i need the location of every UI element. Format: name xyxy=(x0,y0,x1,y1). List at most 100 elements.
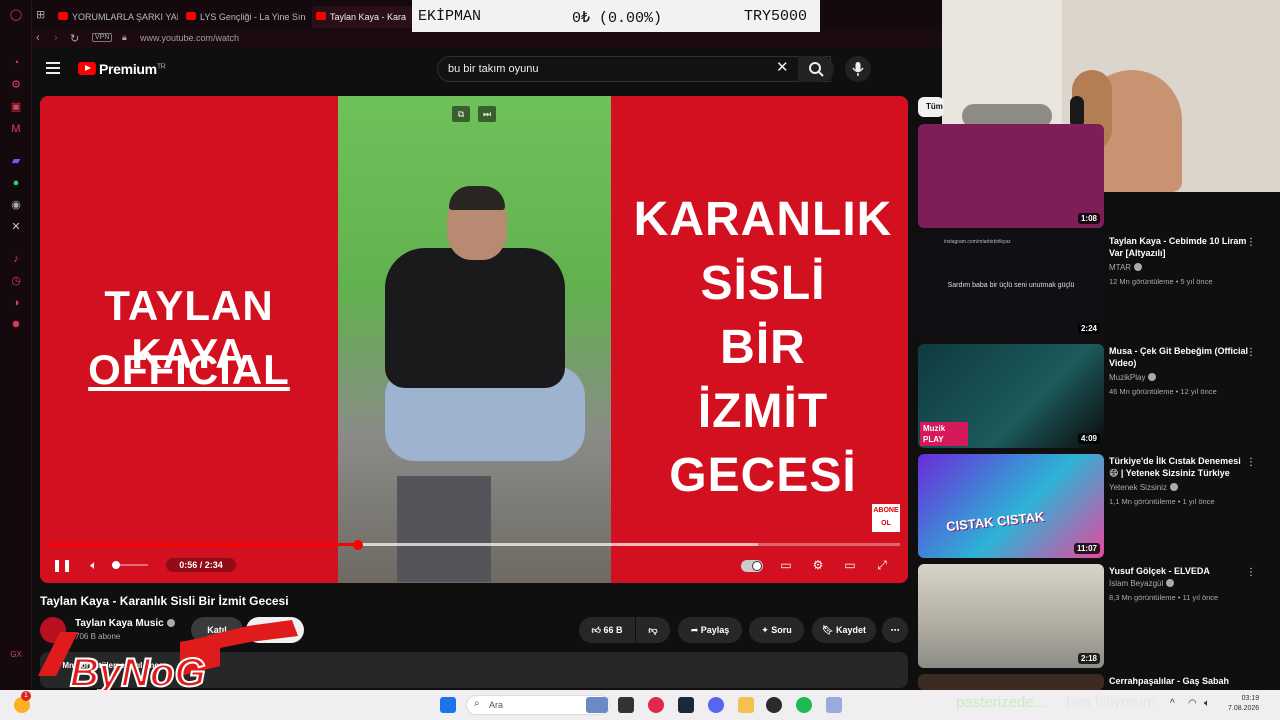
settings-gear-icon[interactable]: ⚙ xyxy=(808,556,828,574)
gx-corner-icon[interactable]: GX xyxy=(9,648,23,662)
rec-title[interactable]: Cerrahpaşalılar - Gaş Sabah xyxy=(1109,675,1249,687)
whatsapp-icon[interactable]: ● xyxy=(9,176,23,190)
workspaces-icon[interactable]: ⊞ xyxy=(36,8,45,21)
rec-more-icon[interactable]: ⋮ xyxy=(1246,237,1256,248)
steam-icon[interactable] xyxy=(678,697,694,713)
duration-badge: 4:09 xyxy=(1077,433,1100,444)
tab-lys-gencligi[interactable]: LYS Gençliği - La Yine Sına xyxy=(182,6,306,28)
spotify-icon[interactable] xyxy=(796,697,812,713)
back-icon[interactable]: ‹ xyxy=(36,32,40,44)
downloads-icon[interactable]: ◑ xyxy=(9,296,23,310)
like-count: 66 B xyxy=(603,625,623,635)
theater-mode-icon[interactable]: ▭ xyxy=(840,556,860,574)
video-player[interactable]: TAYLAN KAYA OFFICIAL KARANLIK SİSLİ BİR … xyxy=(40,96,908,583)
rec-more-icon[interactable]: ⋮ xyxy=(1246,347,1256,358)
windows-start-icon[interactable] xyxy=(440,697,456,713)
sparkle-icon: ✦ xyxy=(761,625,772,635)
rec-channel[interactable]: Yetenek Sizsiniz xyxy=(1109,483,1178,492)
skip-icon[interactable]: ⏭ xyxy=(478,106,496,122)
rec-channel-label: MTAR xyxy=(1109,263,1132,272)
dislike-button[interactable]: 👎︎ xyxy=(636,617,670,643)
autoplay-toggle[interactable] xyxy=(740,556,764,574)
task-view-icon[interactable] xyxy=(618,697,634,713)
voice-search-button[interactable] xyxy=(845,56,871,82)
sidebar-m-icon[interactable]: M xyxy=(9,122,23,136)
rec-title[interactable]: Yusuf Gölçek - ELVEDA xyxy=(1109,565,1249,577)
rec-channel-label: MuzikPlay xyxy=(1109,373,1146,382)
taskbar-clock[interactable]: 03:19 7.08.2026 xyxy=(1228,694,1259,714)
file-explorer-icon[interactable] xyxy=(738,697,754,713)
opera-logo-icon[interactable]: ◯ xyxy=(9,8,23,22)
youtube-favicon-icon xyxy=(316,12,326,20)
rec-channel[interactable]: MuzikPlay xyxy=(1109,373,1157,382)
network-app-icon[interactable] xyxy=(826,697,842,713)
rec-more-icon[interactable]: ⋮ xyxy=(1246,457,1256,468)
volume-knob[interactable] xyxy=(112,561,120,569)
tab-yorumlarla[interactable]: YORUMLARLA ŞARKI YAPA xyxy=(54,6,178,28)
tab-taylan-kaya[interactable]: Taylan Kaya - Kara xyxy=(312,6,414,28)
discord-taskbar-icon[interactable] xyxy=(708,697,724,713)
settings-icon[interactable]: ✹ xyxy=(9,318,23,332)
ask-button[interactable]: ✦ Soru xyxy=(749,617,804,643)
like-button[interactable]: 👍︎ 66 B xyxy=(579,617,635,643)
rec-thumbnail-0[interactable]: 1:08 xyxy=(918,124,1104,228)
tray-chevron-icon[interactable]: ^ xyxy=(1170,698,1175,709)
twitch-icon[interactable]: ▰ xyxy=(9,154,23,168)
rec-title[interactable]: Taylan Kaya - Cebimde 10 Liram Var [Alty… xyxy=(1109,235,1249,259)
music-icon[interactable]: ♪ xyxy=(9,252,23,266)
rec-title[interactable]: Musa - Çek Git Bebeğim (Official Video) xyxy=(1109,345,1249,369)
rec-thumbnail-4[interactable]: 2:18 xyxy=(918,564,1104,668)
rec-thumbnail-3[interactable]: CISTAK CISTAK 11:07 xyxy=(918,454,1104,558)
save-label: Kaydet xyxy=(835,625,866,635)
opera-gx-icon[interactable] xyxy=(648,697,664,713)
fullscreen-icon[interactable]: ⤢ xyxy=(872,556,892,574)
left-subtitle-text: OFFICIAL xyxy=(88,346,290,393)
brand-region: TR xyxy=(156,63,166,71)
vpn-badge[interactable]: VPN xyxy=(92,33,113,42)
rec-more-icon[interactable]: ⋮ xyxy=(1246,567,1256,578)
clear-search-icon[interactable]: ✕ xyxy=(776,60,789,76)
forward-icon[interactable]: › xyxy=(54,32,58,44)
wifi-icon[interactable]: ◠ xyxy=(1188,698,1197,709)
rec-channel[interactable]: MTAR xyxy=(1109,263,1143,272)
chip-all[interactable]: Tüm xyxy=(918,97,944,117)
sidebar-speed-icon[interactable]: ◔ xyxy=(9,56,23,70)
discord-icon[interactable]: ◉ xyxy=(9,198,23,212)
volume-icon[interactable]: 🔈︎ xyxy=(84,556,104,574)
save-button[interactable]: 🔖︎ Kaydet xyxy=(812,617,876,643)
url-field[interactable]: www.youtube.com/watch xyxy=(140,33,239,43)
subtitles-icon[interactable]: ▭ xyxy=(776,556,796,574)
speaker-icon[interactable]: 🔈︎ xyxy=(1204,698,1210,709)
rec-thumbnail-2[interactable]: Muzik PLAY 4:09 xyxy=(918,344,1104,448)
verified-icon xyxy=(1148,373,1157,381)
rec-thumbnail-5[interactable] xyxy=(918,674,1104,690)
right-line-5: GECESİ xyxy=(669,449,857,502)
rec-title[interactable]: Türkiye'de İlk Cıstak Denemesi 😄 | Yeten… xyxy=(1109,455,1249,479)
reload-icon[interactable]: ↻ xyxy=(70,32,79,45)
tab-label: Taylan Kaya - Kara xyxy=(330,12,407,22)
app-icon[interactable] xyxy=(766,697,782,713)
video-person-hair xyxy=(449,186,505,210)
sidebar-controls-icon[interactable]: ⚙ xyxy=(9,78,23,92)
rec-thumbnail-1[interactable]: instagram.com/mtarbirbirlkyaz Sardım bab… xyxy=(918,234,1104,338)
widgets-icon[interactable] xyxy=(586,697,608,713)
share-button[interactable]: ➦ Paylaş xyxy=(678,617,742,643)
x-icon[interactable]: ✕ xyxy=(9,220,23,234)
search-button[interactable] xyxy=(798,56,834,82)
rec-channel[interactable]: İslam Beyazgül xyxy=(1109,579,1175,588)
menu-icon[interactable] xyxy=(46,62,60,74)
verified-icon xyxy=(1134,263,1143,271)
duration-badge: 1:08 xyxy=(1077,213,1100,224)
sidebar-gx-icon[interactable]: ▣ xyxy=(9,100,23,114)
more-actions-button[interactable]: ⋯ xyxy=(882,617,908,643)
lock-icon: 🔒︎ xyxy=(122,32,127,42)
youtube-brand[interactable]: PremiumTR xyxy=(99,61,166,77)
youtube-logo-icon[interactable] xyxy=(78,62,96,75)
thumbs-down-icon: 👎︎ xyxy=(648,625,658,635)
progress-scrubber[interactable] xyxy=(353,540,363,550)
history-icon[interactable]: ◷ xyxy=(9,274,23,288)
pause-icon[interactable]: ❚❚ xyxy=(52,556,72,574)
search-input[interactable]: bu bir takım oyunu xyxy=(437,56,831,82)
miniplayer-icon[interactable]: ⧉ xyxy=(452,106,470,122)
browser-sidebar: ◯ ◔ ⚙ ▣ M ▰ ● ◉ ✕ ♪ ◷ ◑ ✹ GX xyxy=(0,0,32,690)
